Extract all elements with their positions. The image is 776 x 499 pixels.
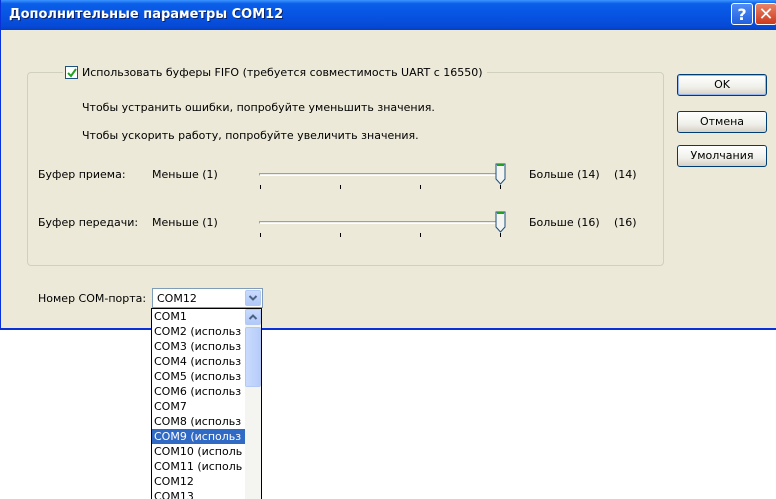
title-bar[interactable]: Дополнительные параметры COM12 ? ✕	[1, 0, 776, 30]
dropdown-option[interactable]: COM11 (исполь	[152, 459, 245, 474]
hint-errors: Чтобы устранить ошибки, попробуйте умень…	[82, 101, 435, 114]
close-icon: ✕	[758, 4, 774, 25]
dialog-window: Дополнительные параметры COM12 ? ✕ Испол…	[0, 0, 776, 330]
help-icon: ?	[737, 5, 747, 24]
dropdown-option[interactable]: COM8 (использ	[152, 414, 245, 429]
dropdown-option[interactable]: COM2 (использ	[152, 324, 245, 339]
transmit-buffer-label: Буфер передачи:	[38, 216, 139, 229]
chevron-down-icon	[248, 295, 258, 301]
receive-tick	[260, 185, 261, 189]
receive-tick	[340, 185, 341, 189]
transmit-buffer-slider-track[interactable]	[259, 221, 501, 224]
transmit-buffer-value: (16)	[614, 216, 637, 229]
fifo-checkbox-row[interactable]: Использовать буферы FIFO (требуется совм…	[63, 64, 487, 80]
dropdown-option[interactable]: COM10 (исполь	[152, 444, 245, 459]
transmit-buffer-min-label: Меньше (1)	[152, 216, 218, 229]
check-icon	[67, 67, 77, 78]
help-button[interactable]: ?	[731, 3, 753, 25]
dropdown-option[interactable]: COM12	[152, 474, 245, 489]
dropdown-option[interactable]: COM1	[152, 309, 245, 324]
receive-buffer-slider-thumb[interactable]	[495, 163, 506, 185]
dropdown-option[interactable]: COM13	[152, 489, 245, 499]
transmit-tick	[420, 233, 421, 237]
scroll-up-icon	[248, 314, 258, 320]
com-port-dropdown-list[interactable]: COM1 COM2 (использ COM3 (использ COM4 (испо…	[151, 308, 262, 499]
dropdown-option[interactable]: COM7	[152, 399, 245, 414]
dropdown-option[interactable]: COM5 (использ	[152, 369, 245, 384]
ok-button[interactable]: OK	[677, 74, 767, 96]
hint-speed: Чтобы ускорить работу, попробуйте увелич…	[82, 129, 419, 142]
com-port-label: Номер COM-порта:	[38, 292, 147, 305]
dropdown-options: COM1 COM2 (использ COM3 (использ COM4 (испо…	[152, 309, 245, 499]
receive-buffer-label: Буфер приема:	[38, 168, 126, 181]
defaults-button[interactable]: Умолчания	[677, 145, 767, 167]
receive-buffer-value: (14)	[614, 168, 637, 181]
cancel-button[interactable]: Отмена	[677, 111, 767, 133]
fifo-checkbox-label: Использовать буферы FIFO (требуется совм…	[82, 65, 483, 79]
dropdown-option[interactable]: COM6 (использ	[152, 384, 245, 399]
scroll-up-button[interactable]	[245, 309, 261, 325]
receive-buffer-slider-track[interactable]	[259, 173, 501, 176]
receive-buffer-max-label: Больше (14)	[529, 168, 600, 181]
com-port-combobox[interactable]: COM12	[152, 288, 263, 308]
close-button[interactable]: ✕	[755, 3, 776, 25]
transmit-tick	[500, 233, 501, 237]
dropdown-option[interactable]: COM4 (использ	[152, 354, 245, 369]
transmit-tick	[340, 233, 341, 237]
dropdown-option[interactable]: COM9 (использ	[152, 429, 245, 444]
com-port-selected-value: COM12	[157, 292, 197, 305]
receive-buffer-min-label: Меньше (1)	[152, 168, 218, 181]
dropdown-scrollbar[interactable]	[245, 309, 261, 499]
scroll-thumb[interactable]	[245, 327, 261, 387]
transmit-buffer-slider-thumb[interactable]	[495, 211, 506, 233]
combo-dropdown-button[interactable]	[245, 290, 261, 306]
dropdown-option[interactable]: COM3 (использ	[152, 339, 245, 354]
receive-tick	[500, 185, 501, 189]
transmit-tick	[260, 233, 261, 237]
transmit-buffer-max-label: Больше (16)	[529, 216, 600, 229]
receive-tick	[420, 185, 421, 189]
window-title: Дополнительные параметры COM12	[9, 7, 284, 22]
fifo-checkbox[interactable]	[65, 65, 78, 79]
